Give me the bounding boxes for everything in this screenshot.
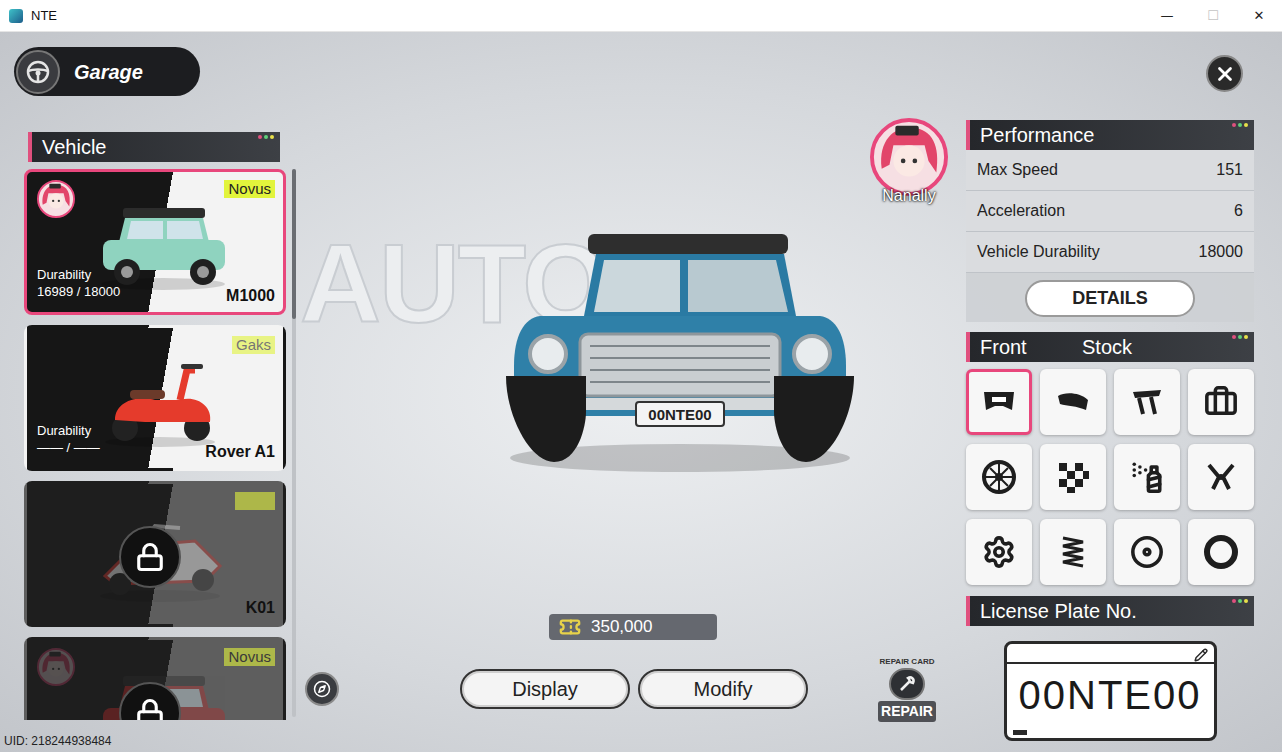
- app-icon: [9, 9, 23, 23]
- vehicle-tag: Novus: [224, 648, 275, 666]
- window-title: NTE: [31, 6, 57, 26]
- details-button[interactable]: DETAILS: [1025, 280, 1195, 317]
- repair-icon: [897, 674, 917, 694]
- header-dots: [258, 135, 274, 139]
- front-icon: [981, 384, 1017, 420]
- currency-display: 350,000: [549, 614, 717, 640]
- vehicle-list-scrollbar[interactable]: [292, 169, 296, 717]
- vehicle-durability: Durability16989 / 18000: [37, 266, 120, 300]
- character-avatar-icon: [37, 648, 75, 686]
- vehicle-list: Novus Durability16989 / 18000 M1000 Gaks Dur…: [24, 169, 286, 720]
- window-control-button[interactable]: ☐: [1190, 0, 1236, 31]
- action-button[interactable]: Modify: [638, 669, 808, 709]
- edit-icon: [1194, 648, 1208, 662]
- part-tile[interactable]: [1114, 444, 1180, 510]
- tire-icon: [1203, 534, 1239, 570]
- vehicle-card[interactable]: K01: [24, 481, 286, 627]
- vehicle-tag: [235, 492, 275, 510]
- close-icon: [1214, 63, 1236, 85]
- window-control-button[interactable]: —: [1144, 0, 1190, 31]
- scooter-icon: [85, 350, 235, 450]
- header-dots: [1232, 123, 1248, 127]
- wheel-icon: [981, 459, 1017, 495]
- part-tile[interactable]: [966, 444, 1032, 510]
- part-tile[interactable]: [1040, 444, 1106, 510]
- part-tile[interactable]: [1114, 519, 1180, 585]
- paint-icon: [1130, 460, 1164, 494]
- character-avatar-icon: [870, 118, 948, 196]
- character-avatar-icon: [37, 180, 75, 218]
- vehicle-tag: Novus: [224, 180, 275, 198]
- steering-wheel-icon: [25, 59, 51, 85]
- part-tile[interactable]: [1188, 519, 1254, 585]
- vehicle-model-icon: 00NTE00: [500, 226, 860, 476]
- rear-icon: [1055, 384, 1091, 420]
- vehicle-panel-header: Vehicle: [28, 132, 280, 162]
- vehicle-name: M1000: [226, 284, 275, 308]
- part-tile[interactable]: [966, 369, 1032, 435]
- vehicle-card[interactable]: Novus: [24, 637, 286, 720]
- character-badge[interactable]: Nanally: [867, 118, 951, 208]
- svg-text:00NTE00: 00NTE00: [648, 406, 711, 423]
- header-dots: [1232, 599, 1248, 603]
- header-dots: [1232, 335, 1248, 339]
- vehicle-durability: Durability—— / ——: [37, 422, 100, 456]
- ticket-icon: [559, 616, 581, 638]
- spoiler-icon: [1129, 384, 1165, 420]
- parts-grid: [966, 369, 1254, 585]
- vehicle-name: Rover A1: [205, 440, 275, 464]
- performance-row: Max Speed151: [966, 150, 1254, 191]
- part-tile[interactable]: [1040, 369, 1106, 435]
- part-tile[interactable]: [1114, 369, 1180, 435]
- part-tile[interactable]: [966, 519, 1032, 585]
- performance-panel: PerformanceMax Speed151Acceleration6Vehi…: [966, 120, 1254, 322]
- lock-icon: [135, 698, 165, 720]
- close-button[interactable]: [1206, 55, 1243, 92]
- window-control-button[interactable]: ✕: [1236, 0, 1282, 31]
- lock-icon: [135, 542, 165, 572]
- vehicle-card[interactable]: Gaks Durability—— / —— Rover A1: [24, 325, 286, 471]
- performance-row: Vehicle Durability18000: [966, 232, 1254, 273]
- uid-label: UID: 218244938484: [4, 732, 111, 750]
- car-icon: [85, 194, 235, 294]
- part-tile[interactable]: [1188, 369, 1254, 435]
- garage-title: Garage: [14, 47, 200, 96]
- performance-header: Performance: [966, 120, 1254, 150]
- livery-icon: [1055, 459, 1091, 495]
- case-icon: [1204, 385, 1238, 419]
- gearbox-icon: [982, 535, 1016, 569]
- lock-badge: [119, 526, 181, 588]
- license-plate[interactable]: 00NTE00: [1004, 641, 1217, 741]
- title-bar: NTE —☐✕: [0, 0, 1282, 32]
- action-button[interactable]: Display: [460, 669, 630, 709]
- vehicle-tag: Gaks: [232, 336, 275, 354]
- vehicle-name: K01: [246, 596, 275, 620]
- repair-button[interactable]: REPAIR CARDREPAIR: [872, 656, 942, 722]
- part-tile[interactable]: [1040, 519, 1106, 585]
- app-window: NTE—☐✕AUTONOGarageVehicleNovusDurability…: [0, 0, 1282, 752]
- garage-screen: AUTONOGarageVehicleNovusDurability16989 …: [0, 32, 1282, 752]
- brake-icon: [1130, 535, 1164, 569]
- hide-ui-button[interactable]: [305, 672, 339, 706]
- engine-icon: [1203, 459, 1239, 495]
- compass-icon: [313, 680, 331, 698]
- vehicle-card[interactable]: Novus Durability16989 / 18000 M1000: [24, 169, 286, 315]
- part-tile[interactable]: [1188, 444, 1254, 510]
- license-plate-header: License Plate No.: [966, 596, 1254, 626]
- performance-row: Acceleration6: [966, 191, 1254, 232]
- suspension-icon: [1055, 534, 1091, 570]
- parts-header: FrontStock: [966, 332, 1254, 362]
